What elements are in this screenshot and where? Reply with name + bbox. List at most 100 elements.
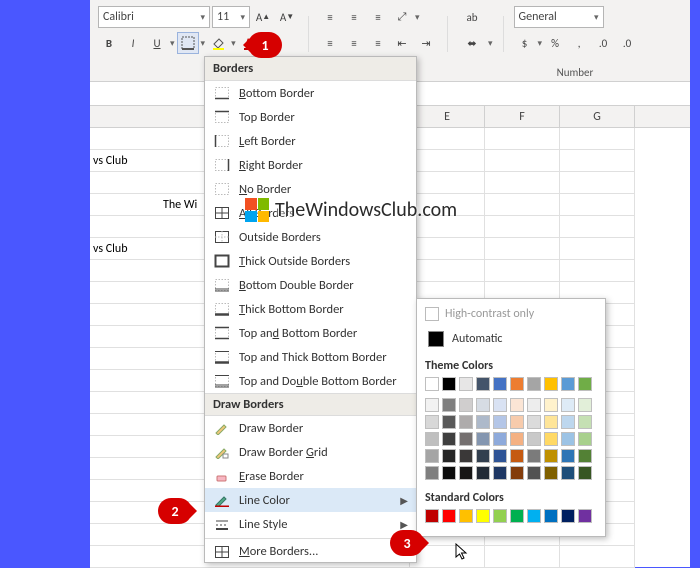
- border-item-linestyle[interactable]: Line Style▶: [205, 512, 416, 536]
- color-swatch[interactable]: [459, 509, 473, 523]
- color-swatch[interactable]: [476, 449, 490, 463]
- color-swatch[interactable]: [459, 432, 473, 446]
- column-header[interactable]: F: [485, 106, 560, 127]
- color-swatch[interactable]: [561, 377, 575, 391]
- color-swatch[interactable]: [476, 466, 490, 480]
- color-swatch[interactable]: [561, 432, 575, 446]
- color-swatch[interactable]: [442, 432, 456, 446]
- color-swatch[interactable]: [425, 432, 439, 446]
- color-swatch[interactable]: [442, 509, 456, 523]
- border-item-thickoutside[interactable]: Thick Outside Borders: [205, 249, 416, 273]
- cell[interactable]: vs Club: [90, 150, 140, 172]
- color-swatch[interactable]: [510, 432, 524, 446]
- color-swatch[interactable]: [493, 415, 507, 429]
- align-middle-button[interactable]: ≡: [343, 6, 365, 28]
- color-swatch[interactable]: [493, 509, 507, 523]
- cell[interactable]: [90, 194, 160, 216]
- border-item-topbottom[interactable]: Top and Bottom Border: [205, 321, 416, 345]
- border-item-draw[interactable]: Draw Border: [205, 416, 416, 440]
- color-swatch[interactable]: [442, 415, 456, 429]
- cell[interactable]: [560, 238, 635, 260]
- color-swatch[interactable]: [493, 449, 507, 463]
- color-swatch[interactable]: [493, 398, 507, 412]
- color-swatch[interactable]: [561, 449, 575, 463]
- color-swatch[interactable]: [459, 449, 473, 463]
- cell[interactable]: [410, 238, 485, 260]
- cell[interactable]: [410, 172, 485, 194]
- comma-button[interactable]: ,: [568, 32, 590, 54]
- color-swatch[interactable]: [527, 509, 541, 523]
- border-item-linecolor[interactable]: Line Color▶: [205, 488, 416, 512]
- italic-button[interactable]: I: [122, 32, 144, 54]
- accounting-button[interactable]: $: [514, 32, 536, 54]
- color-swatch[interactable]: [510, 398, 524, 412]
- align-left-button[interactable]: ≡: [319, 32, 341, 54]
- color-swatch[interactable]: [459, 415, 473, 429]
- color-swatch[interactable]: [527, 377, 541, 391]
- cell[interactable]: [485, 194, 560, 216]
- cell[interactable]: vs Club: [90, 238, 140, 260]
- align-top-button[interactable]: ≡: [319, 6, 341, 28]
- cell[interactable]: [485, 546, 560, 568]
- cell[interactable]: [410, 260, 485, 282]
- color-swatch[interactable]: [527, 449, 541, 463]
- color-swatch[interactable]: [561, 509, 575, 523]
- align-center-button[interactable]: ≡: [343, 32, 365, 54]
- color-swatch[interactable]: [493, 432, 507, 446]
- border-item-bottomdouble[interactable]: Bottom Double Border: [205, 273, 416, 297]
- color-swatch[interactable]: [476, 377, 490, 391]
- color-swatch[interactable]: [578, 509, 592, 523]
- cell[interactable]: [560, 128, 635, 150]
- cell[interactable]: [485, 150, 560, 172]
- color-swatch[interactable]: [510, 466, 524, 480]
- color-swatch[interactable]: [442, 466, 456, 480]
- wrap-text-button[interactable]: ab: [458, 6, 486, 28]
- color-swatch[interactable]: [527, 398, 541, 412]
- color-swatch[interactable]: [510, 509, 524, 523]
- borders-button[interactable]: [177, 32, 199, 54]
- cell[interactable]: [485, 238, 560, 260]
- cell[interactable]: [560, 150, 635, 172]
- decrease-indent-button[interactable]: ⇤: [391, 32, 413, 54]
- decrease-decimal-button[interactable]: .0: [616, 32, 638, 54]
- cell[interactable]: [560, 216, 635, 238]
- number-format-combo[interactable]: General ▾: [514, 6, 604, 28]
- color-swatch[interactable]: [459, 466, 473, 480]
- color-swatch[interactable]: [476, 398, 490, 412]
- color-swatch[interactable]: [561, 398, 575, 412]
- high-contrast-checkbox[interactable]: High-contrast only: [425, 305, 597, 327]
- color-swatch[interactable]: [425, 449, 439, 463]
- increase-decimal-button[interactable]: .0: [592, 32, 614, 54]
- cell[interactable]: [410, 128, 485, 150]
- fill-color-button[interactable]: [207, 32, 229, 54]
- color-swatch[interactable]: [459, 398, 473, 412]
- color-swatch[interactable]: [476, 415, 490, 429]
- cell[interactable]: The Wi: [160, 194, 210, 216]
- color-swatch[interactable]: [578, 449, 592, 463]
- color-swatch[interactable]: [527, 415, 541, 429]
- color-swatch[interactable]: [476, 509, 490, 523]
- grow-font-button[interactable]: A▲: [252, 6, 274, 28]
- color-swatch[interactable]: [459, 377, 473, 391]
- column-header[interactable]: E: [410, 106, 485, 127]
- border-item-thickbottom[interactable]: Thick Bottom Border: [205, 297, 416, 321]
- color-swatch[interactable]: [544, 398, 558, 412]
- color-swatch[interactable]: [527, 432, 541, 446]
- color-swatch[interactable]: [544, 377, 558, 391]
- color-swatch[interactable]: [510, 377, 524, 391]
- font-name-combo[interactable]: Calibri ▾: [98, 6, 210, 28]
- color-swatch[interactable]: [561, 466, 575, 480]
- color-swatch[interactable]: [578, 432, 592, 446]
- bold-button[interactable]: B: [98, 32, 120, 54]
- color-swatch[interactable]: [425, 377, 439, 391]
- cell[interactable]: [485, 128, 560, 150]
- cell[interactable]: [560, 260, 635, 282]
- color-swatch[interactable]: [442, 398, 456, 412]
- orientation-button[interactable]: ⤢: [391, 6, 413, 28]
- color-swatch[interactable]: [578, 398, 592, 412]
- column-header[interactable]: G: [560, 106, 635, 127]
- color-swatch[interactable]: [578, 377, 592, 391]
- align-right-button[interactable]: ≡: [367, 32, 389, 54]
- color-swatch[interactable]: [561, 415, 575, 429]
- color-swatch[interactable]: [578, 415, 592, 429]
